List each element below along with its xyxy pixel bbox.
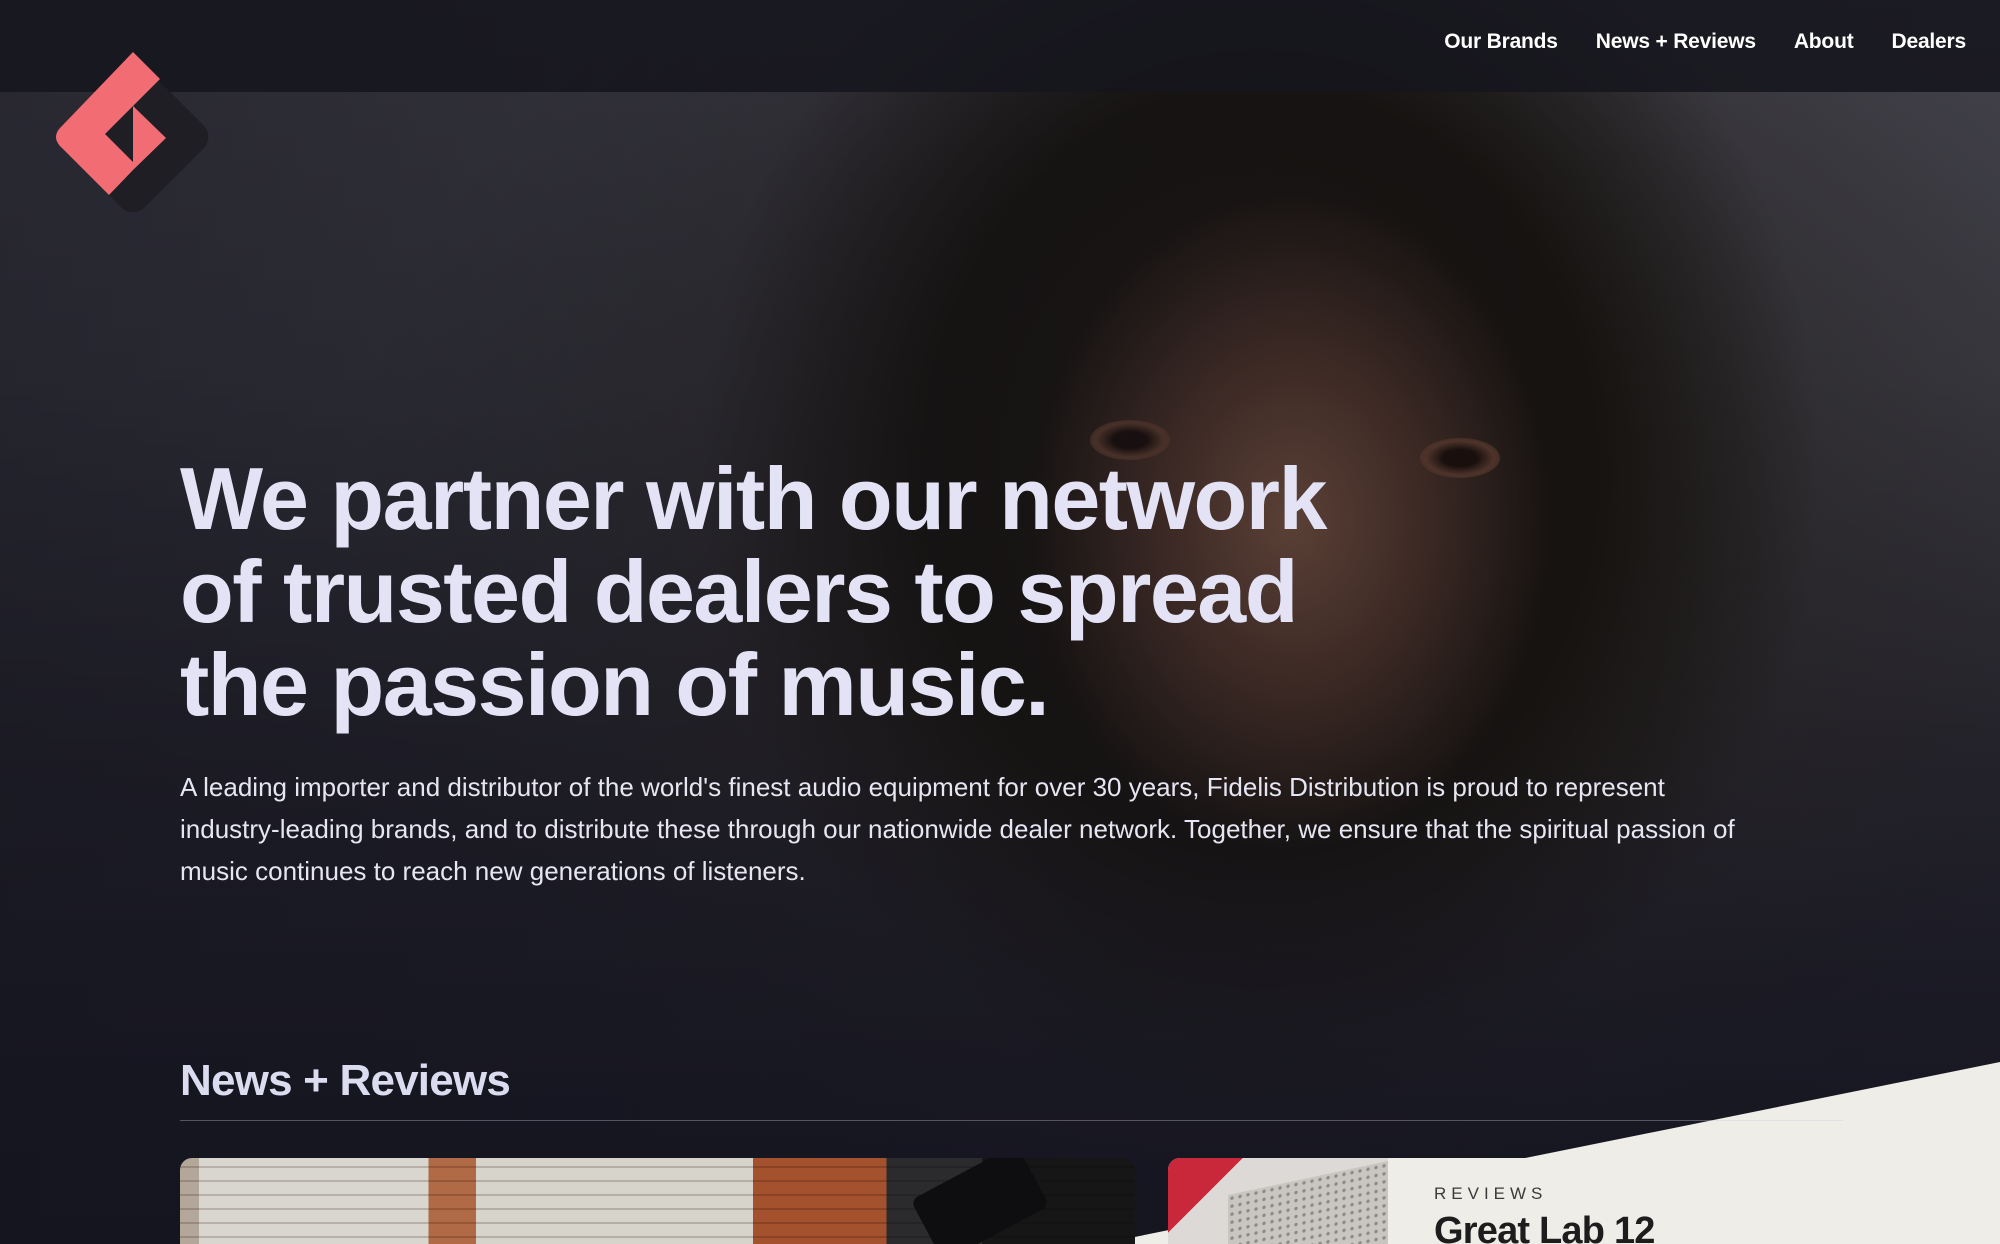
section-divider (180, 1120, 1843, 1121)
featured-news-card[interactable] (180, 1158, 1135, 1244)
review-card[interactable]: REVIEWS Great Lab 12 (1168, 1158, 1843, 1244)
nav-item-news-reviews[interactable]: News + Reviews (1596, 30, 1756, 54)
hero-headline-line: of trusted dealers to spread (180, 542, 1298, 641)
review-card-title[interactable]: Great Lab 12 (1434, 1210, 1655, 1244)
news-section-title: News + Reviews (180, 1056, 511, 1105)
nav-item-our-brands[interactable]: Our Brands (1444, 30, 1558, 54)
hero-headline-line: the passion of music. (180, 635, 1050, 734)
main-nav: Our Brands News + Reviews About Dealers (1444, 30, 1966, 54)
speaker-grille-image (1228, 1160, 1388, 1244)
hero-intro-line: music continues to reach new generations… (180, 856, 806, 886)
hero-intro-paragraph: A leading importer and distributor of th… (180, 766, 1860, 892)
nav-item-dealers[interactable]: Dealers (1892, 30, 1967, 54)
hero-headline: We partner with our network of trusted d… (180, 452, 1480, 731)
fidelis-logo-icon[interactable] (48, 52, 218, 222)
hero-headline-line: We partner with our network (180, 449, 1328, 548)
review-category-tag: REVIEWS (1434, 1184, 1548, 1203)
review-card-thumbnail (1168, 1158, 1388, 1244)
hero-intro-line: A leading importer and distributor of th… (180, 772, 1665, 802)
nav-item-about[interactable]: About (1794, 30, 1854, 54)
top-navigation-bar: Our Brands News + Reviews About Dealers (0, 0, 2000, 92)
hero-intro-line: industry-leading brands, and to distribu… (180, 814, 1735, 844)
